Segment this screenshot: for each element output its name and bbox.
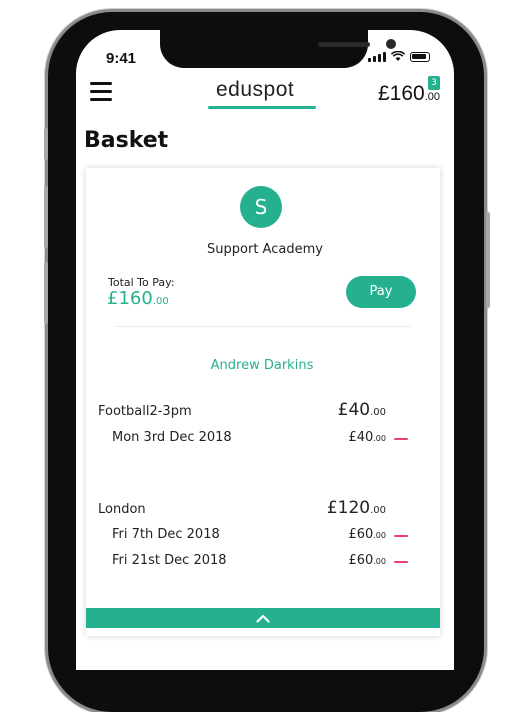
session-price-main: £60 xyxy=(348,527,374,542)
session-price: £60.00 xyxy=(348,527,386,542)
divider xyxy=(114,326,412,327)
battery-icon xyxy=(410,51,430,62)
chevron-up-icon xyxy=(256,614,270,623)
phone-power-button xyxy=(486,212,490,308)
session-price-pence: .00 xyxy=(373,434,386,443)
status-icons xyxy=(368,51,430,62)
session-date: Fri 21st Dec 2018 xyxy=(112,553,227,568)
activity-name: London xyxy=(98,502,146,517)
app-logo[interactable]: eduspot xyxy=(216,78,294,102)
page-title: Basket xyxy=(84,128,169,153)
student-name: Andrew Darkins xyxy=(210,358,314,373)
session-price: £40.00 xyxy=(348,430,386,445)
header-amount-main: £160 xyxy=(377,82,425,105)
activity-total-main: £40 xyxy=(337,400,371,420)
phone-notch xyxy=(160,30,396,68)
session-price-main: £40 xyxy=(348,430,374,445)
header-amount-pence: .00 xyxy=(424,91,440,103)
collapse-basket-bar[interactable] xyxy=(86,608,440,628)
school-avatar: S xyxy=(240,186,282,228)
activity-total: £120.00 xyxy=(327,498,386,518)
app-screen: 9:41 eduspot £160.00 3 Basket S Support … xyxy=(76,30,454,670)
activity-total-pence: .00 xyxy=(370,505,386,516)
activity-total-pence: .00 xyxy=(370,407,386,418)
session-price-main: £60 xyxy=(348,553,374,568)
wifi-icon xyxy=(391,51,405,61)
phone-side-button xyxy=(44,128,48,160)
remove-session-minus-icon[interactable] xyxy=(394,561,408,563)
total-amount-pence: .00 xyxy=(152,296,169,307)
pay-button[interactable]: Pay xyxy=(346,276,416,308)
status-time: 9:41 xyxy=(106,50,137,67)
activity-total: £40.00 xyxy=(338,400,386,420)
session-date: Mon 3rd Dec 2018 xyxy=(112,430,232,445)
front-camera xyxy=(386,39,396,49)
school-name: Support Academy xyxy=(207,242,323,257)
signal-icon xyxy=(368,51,386,62)
total-to-pay-amount: £160.00 xyxy=(107,288,169,309)
hamburger-menu-icon[interactable] xyxy=(90,82,112,102)
phone-volume-up-button xyxy=(44,186,48,248)
cart-count-badge: 3 xyxy=(428,76,440,90)
session-price-pence: .00 xyxy=(373,531,386,540)
session-price: £60.00 xyxy=(348,553,386,568)
activity-name: Football2-3pm xyxy=(98,404,192,419)
speaker-grille xyxy=(318,42,370,47)
remove-session-minus-icon[interactable] xyxy=(394,438,408,440)
activity-total-main: £120 xyxy=(326,498,371,518)
logo-underline xyxy=(208,106,316,109)
phone-volume-down-button xyxy=(44,262,48,324)
remove-session-minus-icon[interactable] xyxy=(394,535,408,537)
session-date: Fri 7th Dec 2018 xyxy=(112,527,220,542)
session-price-pence: .00 xyxy=(373,557,386,566)
total-amount-main: £160 xyxy=(107,288,153,309)
